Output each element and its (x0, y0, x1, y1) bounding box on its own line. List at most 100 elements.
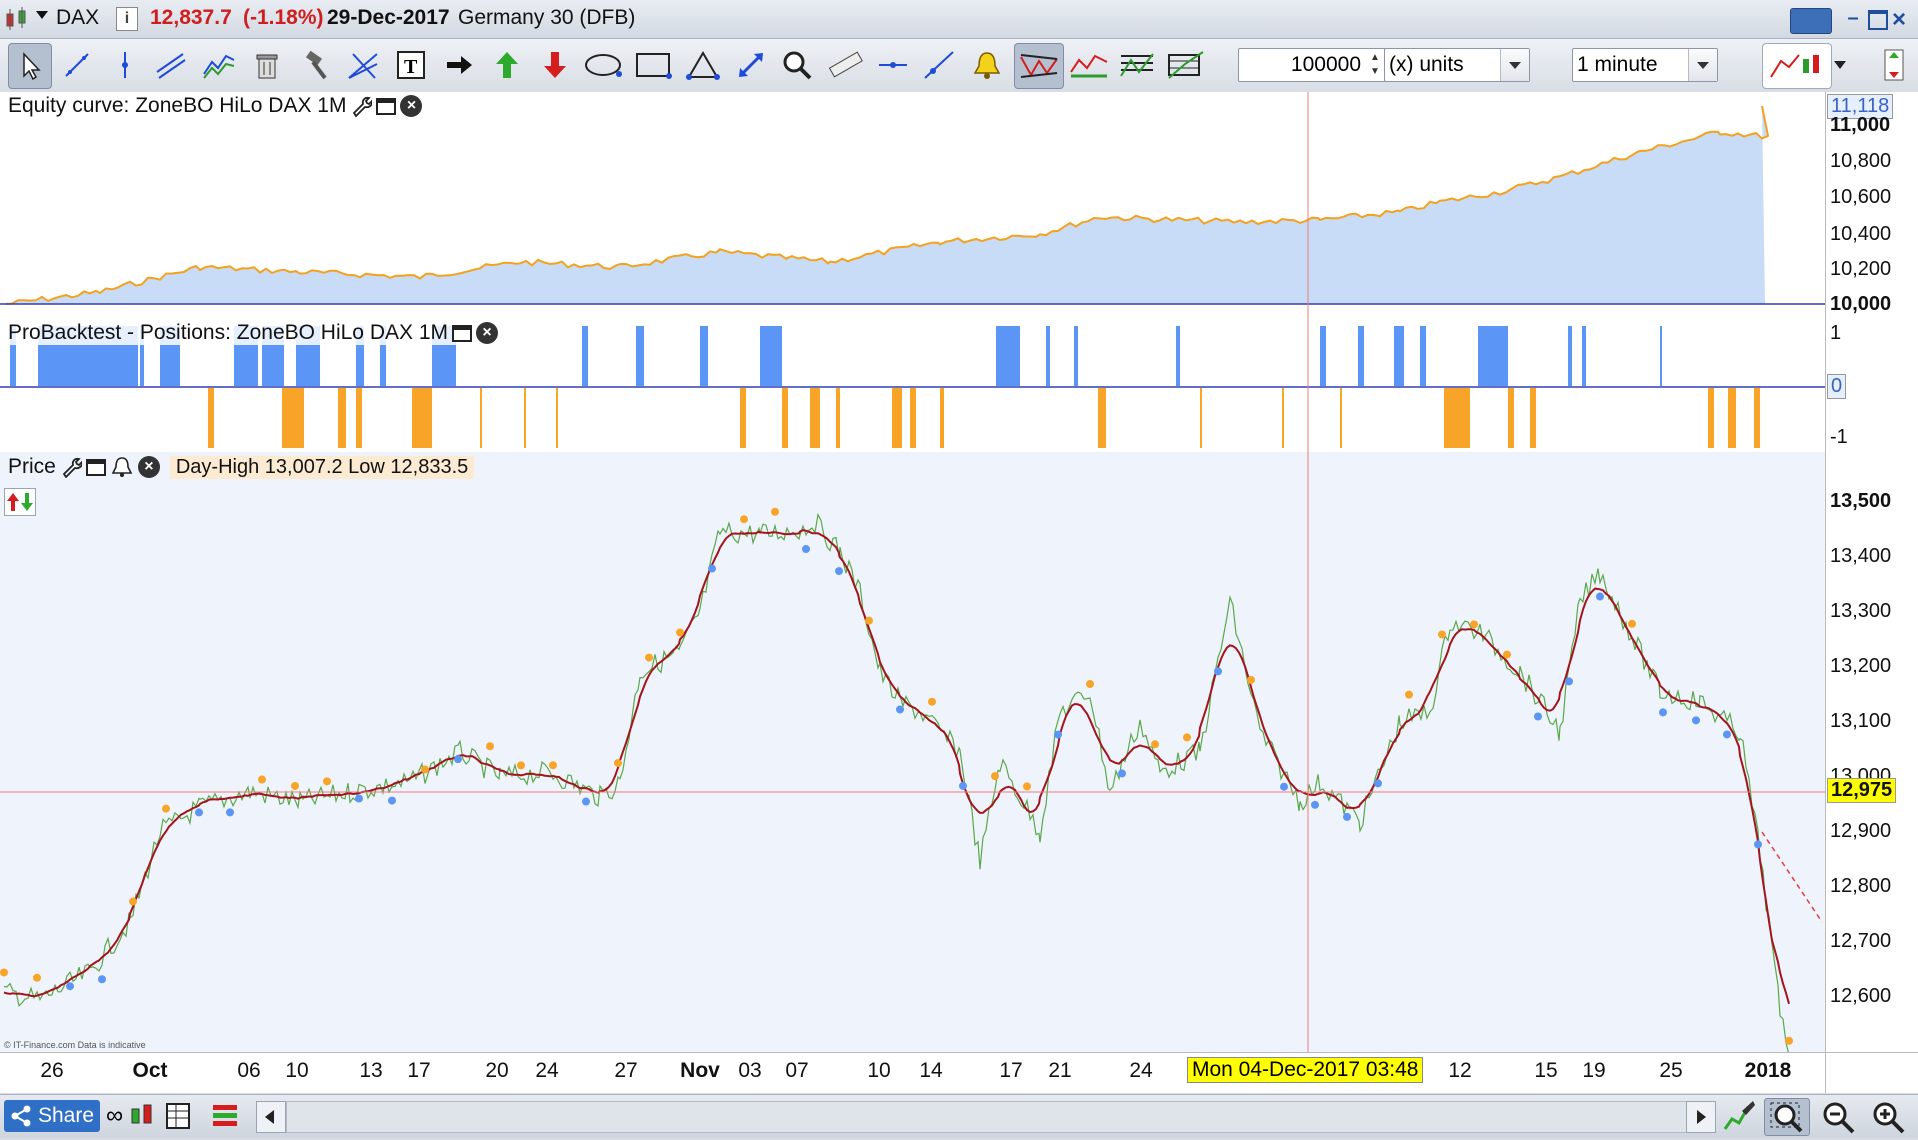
minimize-icon[interactable]: – (1842, 8, 1864, 30)
channel-tool-button[interactable] (150, 43, 192, 87)
rectangle-tool-button[interactable] (632, 43, 674, 87)
price-line (3, 512, 1789, 1052)
delete-objects-button[interactable] (246, 43, 288, 87)
equity-y-axis: 11,118 11,000 10,800 10,600 10,400 10,20… (1825, 92, 1918, 322)
long-position-bar (1176, 326, 1180, 386)
close-window-icon[interactable]: × (1892, 6, 1906, 34)
short-position-bar (782, 388, 788, 448)
time-axis-label: 12 (1448, 1059, 1472, 1082)
horizontal-line-tool-button[interactable] (872, 43, 914, 87)
ruler-icon (828, 51, 863, 78)
short-position-bar (556, 388, 558, 448)
trade-panel-button[interactable] (1876, 43, 1912, 87)
pointer-tool-button[interactable] (8, 43, 52, 89)
units-select[interactable]: (x) units (1384, 48, 1530, 82)
share-button[interactable]: Share (4, 1100, 100, 1132)
price-change: (-1.18%) (243, 6, 324, 29)
stack-icon[interactable] (210, 1101, 240, 1131)
maximize-panel-icon[interactable] (85, 458, 106, 476)
triangle-icon (686, 51, 720, 80)
trade-marker (1723, 730, 1731, 739)
chart-settings-icon[interactable] (1722, 1099, 1756, 1133)
fibonacci-tool-button[interactable] (1162, 43, 1208, 87)
timeframe-select[interactable]: 1 minute (1572, 48, 1718, 82)
horizontal-scrollbar[interactable] (286, 1101, 1688, 1133)
keyboard-icon[interactable] (1790, 8, 1832, 34)
trade-marker (517, 761, 525, 770)
wrench-icon[interactable] (60, 456, 82, 478)
pattern-tool-button[interactable] (1014, 43, 1064, 89)
trade-marker (771, 507, 779, 516)
zoom-in-icon[interactable] (1870, 1099, 1906, 1135)
short-position-bar (1444, 388, 1470, 448)
maximize-panel-icon[interactable] (452, 324, 473, 342)
short-position-bar (910, 388, 916, 448)
triangle-tool-button[interactable] (682, 43, 724, 87)
fan-tool-button[interactable] (342, 43, 384, 87)
arrow-tool-button[interactable] (438, 43, 480, 87)
trade-marker (33, 973, 41, 982)
alert-button[interactable] (966, 43, 1008, 87)
zigzag-tool-button[interactable] (198, 43, 240, 87)
chart-type-button[interactable] (1762, 43, 1832, 89)
trade-marker (1628, 619, 1636, 628)
text-tool-button[interactable]: T (390, 43, 432, 87)
chevron-down-icon[interactable] (1688, 49, 1717, 81)
info-icon[interactable]: i (116, 7, 138, 31)
maximize-panel-icon[interactable] (376, 97, 397, 115)
indicator-tool-button[interactable] (1114, 43, 1160, 87)
zoom-out-icon[interactable] (1820, 1099, 1856, 1135)
time-axis[interactable]: 26 Oct 06 10 13 17 20 24 27 Nov 03 07 10… (0, 1052, 1825, 1093)
quantity-field[interactable]: 100000 ▲ ▼ (1238, 48, 1386, 82)
symbol-label[interactable]: DAX (56, 6, 99, 30)
zoom-tool-button[interactable] (776, 43, 818, 87)
trade-marker (645, 653, 653, 662)
equity-curve-chart (0, 92, 1825, 320)
trade-marker (1054, 730, 1062, 739)
short-position-bar (1098, 388, 1106, 448)
candles-icon[interactable] (128, 1101, 156, 1131)
positions-panel[interactable]: ProBacktest - Positions: ZoneBO HiLo DAX… (0, 320, 1825, 454)
wrench-icon[interactable] (350, 95, 373, 117)
trendline-tool-button[interactable] (56, 43, 98, 87)
time-axis-label: 26 (40, 1059, 64, 1082)
zoom-fit-button[interactable] (1764, 1098, 1810, 1136)
ruler-tool-button[interactable] (824, 43, 866, 87)
close-panel-icon[interactable]: × (476, 322, 499, 344)
quantity-stepper-icon[interactable]: ▲ ▼ (1367, 51, 1383, 79)
infinity-scroll-icon[interactable]: ∞ (106, 1101, 130, 1131)
symbol-dropdown-arrow-icon[interactable] (36, 11, 48, 19)
quantity-value[interactable]: 100000 (1291, 49, 1361, 81)
chevron-down-icon[interactable] (1500, 49, 1529, 81)
cursor-arrow-icon (23, 52, 41, 80)
buy-arrow-button[interactable] (486, 43, 528, 87)
alert-bell-icon[interactable] (110, 456, 134, 478)
scroll-left-button[interactable] (256, 1101, 286, 1133)
vertical-line-tool-button[interactable] (104, 43, 146, 87)
last-price: 12,837.7 (150, 6, 232, 29)
short-position-bar (282, 388, 304, 448)
signal-tool-button[interactable] (1066, 43, 1112, 87)
spreadsheet-icon[interactable] (164, 1101, 192, 1131)
trade-marker (1343, 812, 1351, 821)
ray-tool-button[interactable] (918, 43, 960, 87)
scroll-right-button[interactable] (1686, 1101, 1716, 1133)
restore-icon[interactable] (1868, 10, 1888, 30)
price-panel-header: Price × Day-High 13,007.2 Low 12,833.5 (4, 455, 478, 479)
data-watermark: © IT-Finance.com Data is indicative (4, 1040, 146, 1050)
close-panel-icon[interactable]: × (400, 95, 423, 117)
measure-tool-button[interactable] (730, 43, 772, 87)
ellipse-tool-button[interactable] (582, 43, 624, 87)
close-panel-icon[interactable]: × (137, 456, 160, 478)
trade-marker (896, 705, 904, 714)
magnifier-icon (783, 51, 812, 80)
trade-marker (1565, 677, 1573, 686)
sell-arrow-button[interactable] (534, 43, 576, 87)
zoom-fit-icon (1770, 1102, 1803, 1133)
tools-button[interactable] (294, 43, 336, 87)
candlestick-icon[interactable] (4, 6, 30, 32)
equity-curve-panel[interactable]: Equity curve: ZoneBO HiLo DAX 1M × (0, 92, 1825, 322)
chevron-down-icon[interactable] (1834, 61, 1846, 69)
trade-marker (388, 796, 396, 805)
price-panel[interactable]: Price × Day-High 13,007.2 Low 12,833.5 ©… (0, 452, 1825, 1052)
